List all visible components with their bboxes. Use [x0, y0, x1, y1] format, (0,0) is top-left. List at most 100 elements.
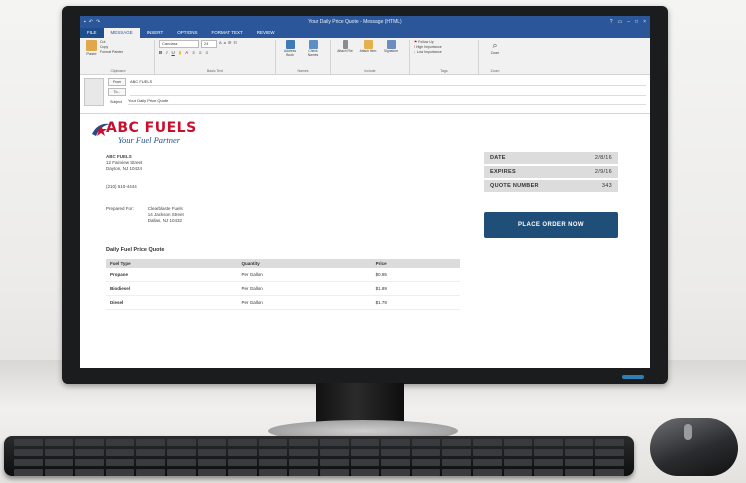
quote-number-row: QUOTE NUMBER 343 [484, 180, 618, 194]
names-group: Address Book Check Names Names [276, 40, 331, 74]
from-button[interactable]: From [108, 78, 126, 86]
ribbon-tabs: FILE MESSAGE INSERT OPTIONS FORMAT TEXT … [80, 28, 650, 38]
shrink-font-icon[interactable]: a [224, 40, 226, 48]
include-group-label: Include [364, 69, 376, 73]
check-names-icon [308, 40, 318, 49]
price-table-header: Fuel Type Quantity Price [106, 259, 460, 268]
grow-font-icon[interactable]: A [219, 40, 222, 48]
fuel-type-cell: Diesel [106, 295, 238, 310]
column-header-fuel-type: Fuel Type [106, 259, 238, 268]
format-painter-button[interactable]: Format Painter [100, 50, 123, 54]
table-row: Biodiesel Per Gallon $1.89 [106, 281, 460, 296]
fuel-type-cell: Propane [106, 268, 238, 282]
table-row: Diesel Per Gallon $1.79 [106, 295, 460, 310]
subject-field[interactable]: Your Daily Price Quote [128, 98, 646, 105]
follow-up-label: Follow Up [418, 40, 434, 44]
prepared-for-label: Prepared For: [106, 206, 134, 211]
align-left-icon[interactable]: ≡ [192, 50, 195, 56]
zoom-button[interactable]: ⌕ Zoom [483, 40, 507, 55]
quote-number-value: 343 [601, 183, 612, 189]
ribbon-display-button[interactable]: ▭ [618, 19, 623, 25]
paste-label: Paste [86, 51, 97, 56]
check-names-label: Check Names [307, 49, 319, 57]
zoom-label: Zoom [490, 51, 500, 55]
expires-row: EXPIRES 2/9/16 [484, 166, 618, 180]
highlight-icon[interactable]: ▮ [179, 50, 181, 56]
tab-review[interactable]: REVIEW [250, 28, 282, 38]
tags-group-label: Tags [440, 69, 448, 73]
magnifier-icon: ⌕ [492, 40, 498, 50]
maximize-button[interactable]: □ [635, 19, 638, 25]
include-group: Attach File Attach Item Signature Includ… [331, 40, 410, 74]
copy-button[interactable]: Copy [100, 45, 123, 49]
bold-icon[interactable]: B [159, 50, 162, 56]
clipboard-group: Paste Cut Copy Format Painter Clipboard [82, 40, 155, 74]
close-button[interactable]: × [643, 19, 646, 25]
bullets-icon[interactable]: ☰ [228, 40, 232, 48]
tab-format-text[interactable]: FORMAT TEXT [204, 28, 249, 38]
place-order-button[interactable]: PLACE ORDER NOW [484, 212, 618, 238]
high-importance-button[interactable]: ! High Importance [414, 45, 474, 49]
paste-button[interactable]: Paste [86, 40, 97, 56]
message-body[interactable]: ABC FUELS Your Fuel Partner ABC FUELS 12… [80, 114, 650, 344]
subject-label: Subject [110, 99, 122, 104]
attach-item-button[interactable]: Attach Item [358, 40, 378, 53]
help-button[interactable]: ? [610, 19, 613, 25]
numbering-icon[interactable]: ☷ [234, 40, 238, 48]
logo-tagline: Your Fuel Partner [118, 135, 181, 145]
signature-label: Signature [383, 49, 399, 53]
underline-icon[interactable]: U [172, 50, 175, 56]
price-cell: $1.89 [371, 281, 460, 296]
font-size-select[interactable]: 24 [201, 40, 217, 48]
column-header-quantity: Quantity [237, 259, 372, 268]
minimize-button[interactable]: – [627, 19, 630, 25]
customer-city: Dallas, NJ 10432 [147, 218, 183, 223]
attach-file-button[interactable]: Attach File [335, 40, 355, 53]
check-names-button[interactable]: Check Names [303, 40, 323, 57]
table-row: Propane Per Gallon $0.95 [106, 268, 460, 282]
quote-title: Daily Fuel Price Quote [106, 247, 165, 253]
tab-options[interactable]: OPTIONS [170, 28, 204, 38]
paperclip-icon [342, 40, 348, 49]
to-button[interactable]: To... [108, 88, 126, 96]
tab-insert[interactable]: INSERT [140, 28, 170, 38]
follow-up-button[interactable]: ⚑ Follow Up [414, 40, 474, 44]
fuel-type-cell: Biodiesel [106, 281, 238, 296]
low-importance-button[interactable]: ↓ Low Importance [414, 50, 474, 54]
mouse-scroll-wheel [684, 424, 692, 440]
italic-icon[interactable]: I [166, 50, 167, 56]
signature-button[interactable]: Signature [381, 40, 401, 53]
cut-button[interactable]: Cut [100, 40, 123, 44]
address-book-label: Address Book [283, 49, 297, 57]
computer-mouse [650, 418, 738, 476]
from-field[interactable]: ABC FUELS [130, 79, 646, 86]
ribbon: Paste Cut Copy Format Painter Clipboard … [80, 38, 650, 75]
price-table: Fuel Type Quantity Price Propane Per Gal… [106, 259, 460, 310]
font-name-select[interactable]: Candara [159, 40, 199, 48]
sender-phone: (210) 510-4444 [106, 184, 137, 189]
screen: ▪ ↶ ↷ Your Daily Price Quote - Message (… [80, 16, 650, 368]
undo-icon[interactable]: ↶ [89, 19, 93, 25]
flag-icon: ⚑ [414, 40, 418, 44]
from-row: From ABC FUELS [108, 78, 646, 86]
tab-file[interactable]: FILE [80, 28, 104, 38]
font-color-icon[interactable]: A [185, 50, 188, 56]
align-right-icon[interactable]: ≡ [206, 50, 209, 56]
address-book-button[interactable]: Address Book [280, 40, 300, 57]
to-field[interactable] [130, 89, 646, 96]
align-center-icon[interactable]: ≡ [199, 50, 202, 56]
subject-row: Subject Your Daily Price Quote [108, 98, 646, 105]
price-cell: $0.95 [371, 268, 460, 282]
expires-label: EXPIRES [490, 169, 516, 175]
monitor: ▪ ↶ ↷ Your Daily Price Quote - Message (… [62, 6, 668, 384]
quick-access-toolbar: ▪ ↶ ↷ [84, 19, 100, 25]
attach-file-label: Attach File [337, 49, 353, 53]
quote-number-label: QUOTE NUMBER [490, 183, 539, 189]
tab-message[interactable]: MESSAGE [103, 28, 140, 38]
sender-address: ABC FUELS 12 Fairview Street Dayton, NJ … [106, 154, 142, 172]
window-titlebar: ▪ ↶ ↷ Your Daily Price Quote - Message (… [80, 16, 650, 28]
send-button[interactable] [84, 78, 104, 106]
clipboard-group-label: Clipboard [110, 69, 126, 73]
save-icon[interactable]: ▪ [84, 19, 86, 25]
attach-item-label: Attach Item [359, 49, 377, 53]
